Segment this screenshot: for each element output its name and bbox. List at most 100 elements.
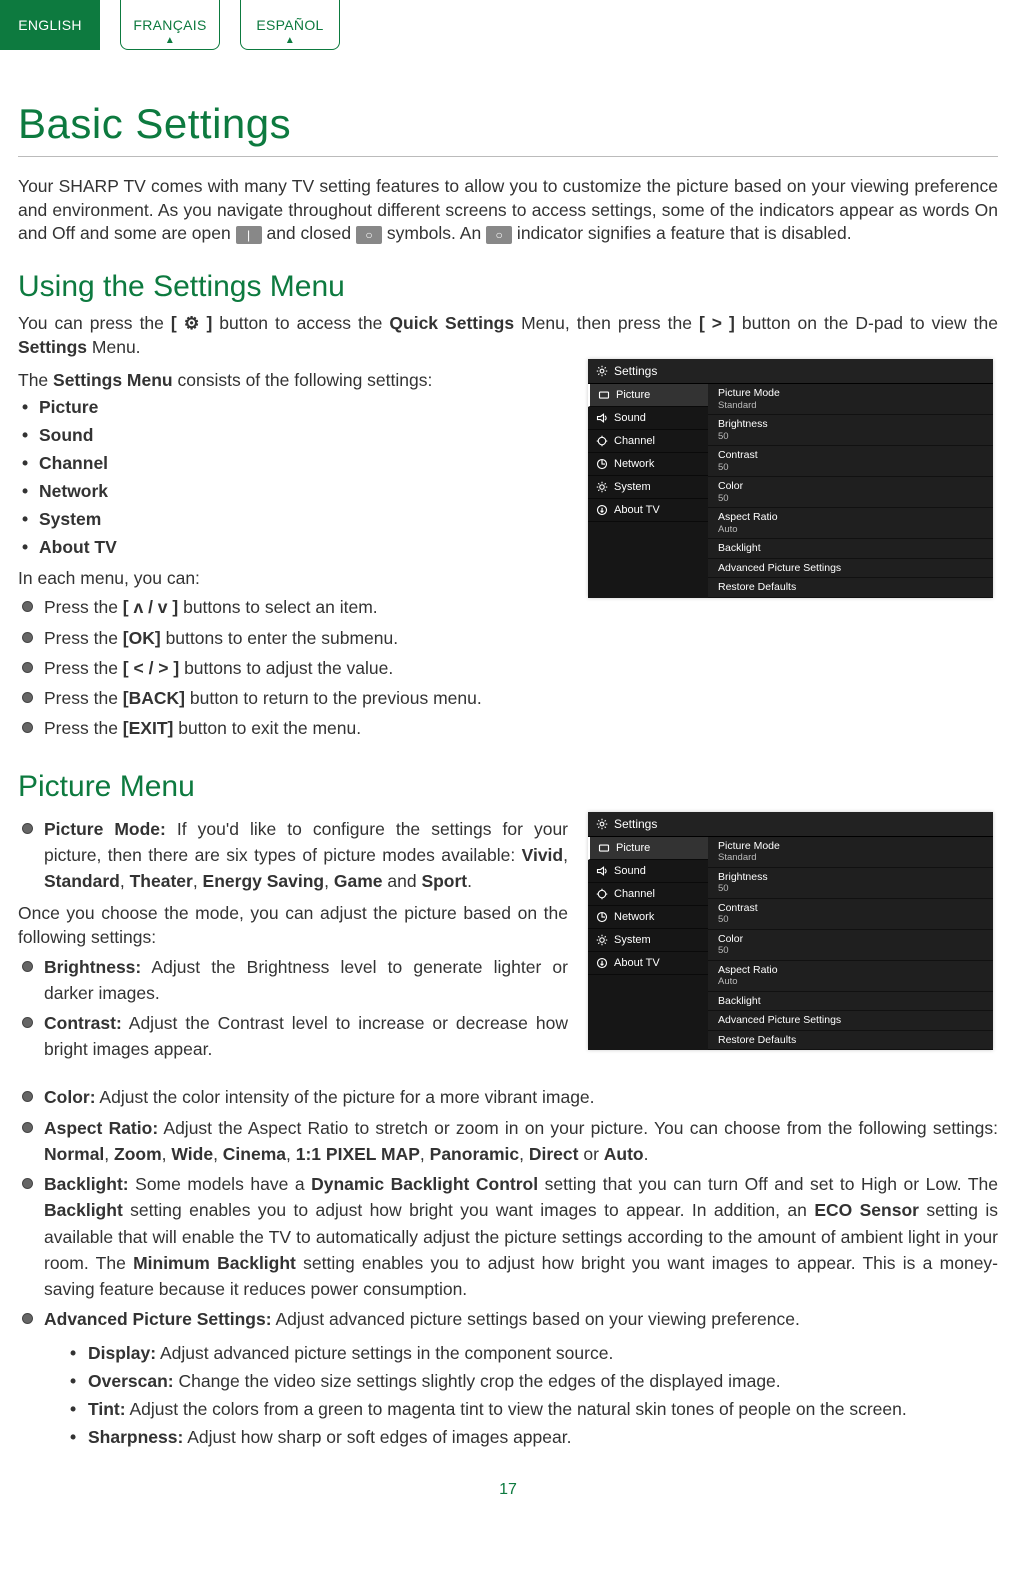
setting-value: Standard: [718, 852, 983, 863]
page-title: Basic Settings: [18, 100, 998, 148]
list-item: Press the [BACK] button to return to the…: [22, 685, 568, 711]
list-item: Press the [ < / > ] buttons to adjust th…: [22, 655, 568, 681]
setting-label: Brightness: [718, 871, 983, 884]
setting-row[interactable]: Aspect RatioAuto: [708, 961, 993, 992]
setting-value: 50: [718, 431, 983, 442]
setting-row[interactable]: Advanced Picture Settings: [708, 559, 993, 579]
menu-icon: [598, 389, 610, 401]
sidebar-label: Picture: [616, 389, 650, 401]
sidebar-item[interactable]: iAbout TV: [588, 952, 708, 975]
card-main: Picture ModeStandardBrightness50Contrast…: [708, 384, 993, 598]
setting-row[interactable]: Restore Defaults: [708, 1031, 993, 1051]
setting-label: Backlight: [718, 542, 983, 555]
sidebar-item[interactable]: Network: [588, 453, 708, 476]
list-item: Display: Adjust advanced picture setting…: [70, 1339, 998, 1367]
sidebar-item[interactable]: Sound: [588, 407, 708, 430]
setting-row[interactable]: Advanced Picture Settings: [708, 1011, 993, 1031]
tab-francais[interactable]: FRANÇAIS ▲: [120, 0, 220, 50]
menu-icon: [596, 911, 608, 923]
sidebar-label: System: [614, 934, 651, 946]
divider: [18, 156, 998, 157]
setting-row[interactable]: Contrast50: [708, 899, 993, 930]
sidebar-label: Sound: [614, 865, 646, 877]
list-item: Advanced Picture Settings: Adjust advanc…: [22, 1306, 998, 1450]
setting-value: 50: [718, 883, 983, 894]
setting-label: Restore Defaults: [718, 581, 983, 594]
setting-value: 50: [718, 493, 983, 504]
setting-row[interactable]: Restore Defaults: [708, 578, 993, 598]
advanced-sublist: Display: Adjust advanced picture setting…: [70, 1339, 998, 1451]
list-item: System: [22, 505, 568, 533]
sidebar-item[interactable]: Network: [588, 906, 708, 929]
setting-label: Picture Mode: [718, 840, 983, 853]
in-each-menu: In each menu, you can:: [18, 567, 568, 591]
sidebar-item[interactable]: System: [588, 476, 708, 499]
menu-icon: [596, 888, 608, 900]
setting-row[interactable]: Color50: [708, 477, 993, 508]
setting-row[interactable]: Aspect RatioAuto: [708, 508, 993, 539]
card-main: Picture ModeStandardBrightness50Contrast…: [708, 837, 993, 1051]
sidebar-label: Sound: [614, 412, 646, 424]
card-sidebar: Picture Sound Channel Network System iAbout T…: [588, 837, 708, 1051]
settings-screenshot-1: SettingsPictureSoundChannelNetworkSystem…: [588, 359, 993, 598]
sidebar-item[interactable]: Sound: [588, 860, 708, 883]
tab-english-label: ENGLISH: [18, 17, 82, 33]
setting-value: Standard: [718, 400, 983, 411]
menu-icon: [598, 842, 610, 854]
setting-value: 50: [718, 462, 983, 473]
once-choose-mode: Once you choose the mode, you can adjust…: [18, 902, 568, 949]
card-sidebar: Picture Sound Channel NetworkSystem i About T…: [588, 384, 708, 598]
list-item: Press the [OK] buttons to enter the subm…: [22, 625, 568, 651]
tab-english[interactable]: ENGLISH: [0, 0, 100, 50]
picture-settings-list-a: Brightness: Adjust the Brightness level …: [18, 954, 568, 1063]
setting-label: Advanced Picture Settings: [718, 562, 983, 575]
chevron-up-icon: ▲: [165, 35, 175, 46]
list-item: Color: Adjust the color intensity of the…: [22, 1084, 998, 1110]
setting-value: 50: [718, 945, 983, 956]
setting-row[interactable]: Backlight: [708, 539, 993, 559]
sidebar-item[interactable]: Picture: [588, 837, 708, 860]
sidebar-label: Network: [614, 911, 654, 923]
setting-row[interactable]: Picture ModeStandard: [708, 837, 993, 868]
setting-label: Color: [718, 480, 983, 493]
menu-icon: [596, 412, 608, 424]
list-item: Aspect Ratio: Adjust the Aspect Ratio to…: [22, 1115, 998, 1168]
setting-value: Auto: [718, 524, 983, 535]
menu-icon: [596, 934, 608, 946]
menu-icon: i: [596, 504, 608, 516]
settings-screenshot-2: Settings Picture Sound Channel Network System…: [588, 812, 993, 1051]
tab-espanol[interactable]: ESPAÑOL▲: [240, 0, 340, 50]
menu-icon: [596, 435, 608, 447]
list-item: Tint: Adjust the colors from a green to …: [70, 1395, 998, 1423]
setting-row[interactable]: Contrast50: [708, 446, 993, 477]
picture-settings-list-b: Color: Adjust the color intensity of the…: [18, 1084, 998, 1450]
sidebar-item[interactable]: System: [588, 929, 708, 952]
sidebar-label: Channel: [614, 435, 655, 447]
sidebar-item[interactable]: Picture: [588, 384, 708, 407]
language-tabs: ENGLISH FRANÇAIS ▲ ESPAÑOL▲: [0, 0, 998, 50]
page-number: 17: [18, 1481, 998, 1499]
setting-row[interactable]: Brightness50: [708, 868, 993, 899]
menu-icon: [596, 481, 608, 493]
list-item: Contrast: Adjust the Contrast level to i…: [22, 1010, 568, 1063]
setting-label: Aspect Ratio: [718, 964, 983, 977]
sidebar-item[interactable]: Channel: [588, 883, 708, 906]
setting-label: Contrast: [718, 449, 983, 462]
setting-row[interactable]: Picture ModeStandard: [708, 384, 993, 415]
card-title: Settings: [614, 817, 657, 831]
sidebar-item[interactable]: Channel: [588, 430, 708, 453]
list-item: Press the [ ʌ / v ] buttons to select an…: [22, 594, 568, 620]
setting-row[interactable]: Color50: [708, 930, 993, 961]
using-settings-heading: Using the Settings Menu: [18, 270, 998, 304]
setting-row[interactable]: Brightness50: [708, 415, 993, 446]
tab-francais-label: FRANÇAIS: [133, 17, 206, 33]
setting-label: Color: [718, 933, 983, 946]
setting-row[interactable]: Backlight: [708, 992, 993, 1012]
menu-icon: [596, 458, 608, 470]
navigation-hints: Press the [ ʌ / v ] buttons to select an…: [18, 594, 568, 741]
list-item: Channel: [22, 449, 568, 477]
list-item: About TV: [22, 533, 568, 561]
sidebar-label: About TV: [614, 504, 660, 516]
sidebar-item[interactable]: i About TV: [588, 499, 708, 522]
settings-how-to: You can press the [ ⚙ ] button to access…: [18, 312, 998, 359]
